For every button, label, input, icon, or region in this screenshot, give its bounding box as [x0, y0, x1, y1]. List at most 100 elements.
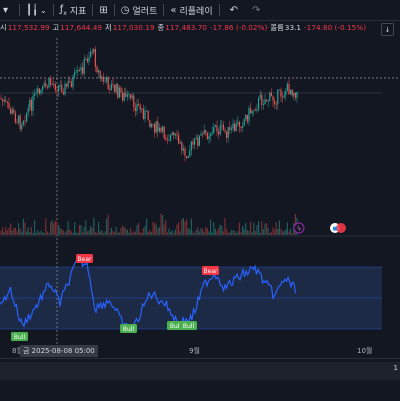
- candle-body: [274, 100, 276, 104]
- volume-bar: [246, 230, 248, 235]
- candle-body: [126, 94, 128, 97]
- candle-body: [243, 119, 245, 126]
- volume-bar: [219, 224, 221, 235]
- replay-button[interactable]: « 리플레이: [167, 0, 215, 20]
- volume-bar: [182, 218, 184, 235]
- candle-body: [120, 87, 122, 93]
- volume-bar: [6, 230, 8, 235]
- candle-body: [251, 110, 253, 114]
- candle-body: [117, 83, 119, 98]
- volume-bar: [50, 222, 52, 235]
- volume-bar: [3, 232, 5, 235]
- toolbar-divider: [92, 4, 94, 16]
- candle-body: [32, 96, 34, 111]
- candle-body: [213, 126, 215, 133]
- volume-bar: [78, 225, 80, 235]
- candle-body: [283, 95, 285, 98]
- chart-type-button[interactable]: ┃╽ ⌄: [23, 0, 50, 20]
- economic-event-marker[interactable]: ■: [330, 223, 346, 233]
- candle-body: [240, 126, 242, 128]
- candle-body: [157, 121, 159, 132]
- volume-label: 볼륨: [270, 23, 284, 32]
- candle-body: [254, 110, 256, 111]
- candle-body: [42, 85, 44, 90]
- volume-bar: [85, 220, 87, 235]
- candle-body: [0, 98, 2, 100]
- candle-body: [13, 109, 15, 114]
- volume-bar: [66, 230, 68, 235]
- crosshair-time-label: 금 2025-08-08 05:00: [20, 345, 98, 357]
- volume-bar: [5, 226, 7, 235]
- volume-bar: [115, 226, 117, 235]
- candle-body: [275, 103, 277, 105]
- candle-body: [266, 99, 268, 102]
- volume-bar: [69, 229, 71, 235]
- volume-bar: [118, 232, 120, 235]
- volume-bar: [104, 231, 106, 235]
- candle-body: [122, 92, 124, 101]
- candle-body: [29, 99, 31, 108]
- candle-body: [125, 92, 127, 97]
- candle-body: [94, 48, 96, 67]
- candle-body: [166, 139, 168, 141]
- volume-bar: [254, 230, 256, 235]
- candle-body: [6, 101, 8, 103]
- candle-body: [101, 76, 103, 79]
- event-marker[interactable]: ϟ: [293, 222, 305, 234]
- undo-button[interactable]: ↶: [227, 0, 241, 20]
- volume-bar: [226, 229, 228, 235]
- volume-bar: [131, 232, 133, 235]
- volume-bar: [56, 221, 58, 235]
- toolbar-divider: [52, 4, 54, 16]
- volume-bar: [77, 232, 79, 235]
- candle-body: [131, 95, 133, 98]
- interval-button[interactable]: ▾: [0, 0, 16, 20]
- alert-button[interactable]: ◷ 얼러트: [118, 0, 161, 20]
- volume-bar: [200, 228, 202, 235]
- candle-body: [173, 132, 175, 136]
- volume-bar: [245, 222, 247, 235]
- candle-body: [142, 108, 144, 119]
- volume-bar: [250, 221, 252, 235]
- candle-body: [91, 51, 93, 53]
- bull-signal-label: Bull: [183, 323, 195, 330]
- candle-body: [106, 77, 108, 82]
- candle-body: [115, 83, 117, 92]
- candle-body: [278, 89, 280, 91]
- volume-bar: [130, 227, 132, 235]
- candle-body: [285, 91, 287, 96]
- indicators-button[interactable]: ƒx 지표: [57, 0, 90, 20]
- candle-body: [282, 96, 284, 98]
- volume-bar: [227, 232, 229, 235]
- volume-bar: [251, 232, 253, 235]
- candle-body: [54, 84, 56, 91]
- chart-canvas[interactable]: ϟ ■ BearBearBullBull Bull Bull: [0, 38, 400, 360]
- volume-bar: [75, 232, 77, 235]
- candle-body: [72, 76, 74, 88]
- top-toolbar: ▾ ┃╽ ⌄ ƒx 지표 ⊞ ◷ 얼러트 « 리플레이 ↶ ↷: [0, 0, 400, 21]
- candle-body: [67, 81, 69, 87]
- volume-bar: [269, 232, 271, 235]
- high-value: 117,644.49: [60, 23, 102, 32]
- candle-body: [272, 96, 274, 101]
- candle-body: [163, 126, 165, 139]
- redo-button[interactable]: ↷: [249, 0, 263, 20]
- volume-bar: [189, 229, 191, 235]
- layouts-button[interactable]: ⊞: [96, 0, 110, 20]
- volume-bar: [51, 219, 53, 235]
- corner-label: 1: [393, 364, 398, 372]
- candle-body: [46, 86, 48, 88]
- volume-bar: [176, 224, 178, 235]
- volume-bar: [22, 218, 24, 235]
- collapse-legend-button[interactable]: ↓: [381, 23, 394, 36]
- candle-body: [93, 48, 95, 53]
- volume-bar: [80, 225, 82, 235]
- volume-bar: [112, 230, 114, 235]
- volume-bar: [150, 232, 152, 235]
- volume-bar: [158, 227, 160, 235]
- candle-body: [35, 93, 37, 94]
- candle-body: [230, 128, 232, 131]
- candle-body: [98, 70, 100, 73]
- candle-body: [26, 112, 28, 122]
- volume-bar: [181, 219, 183, 235]
